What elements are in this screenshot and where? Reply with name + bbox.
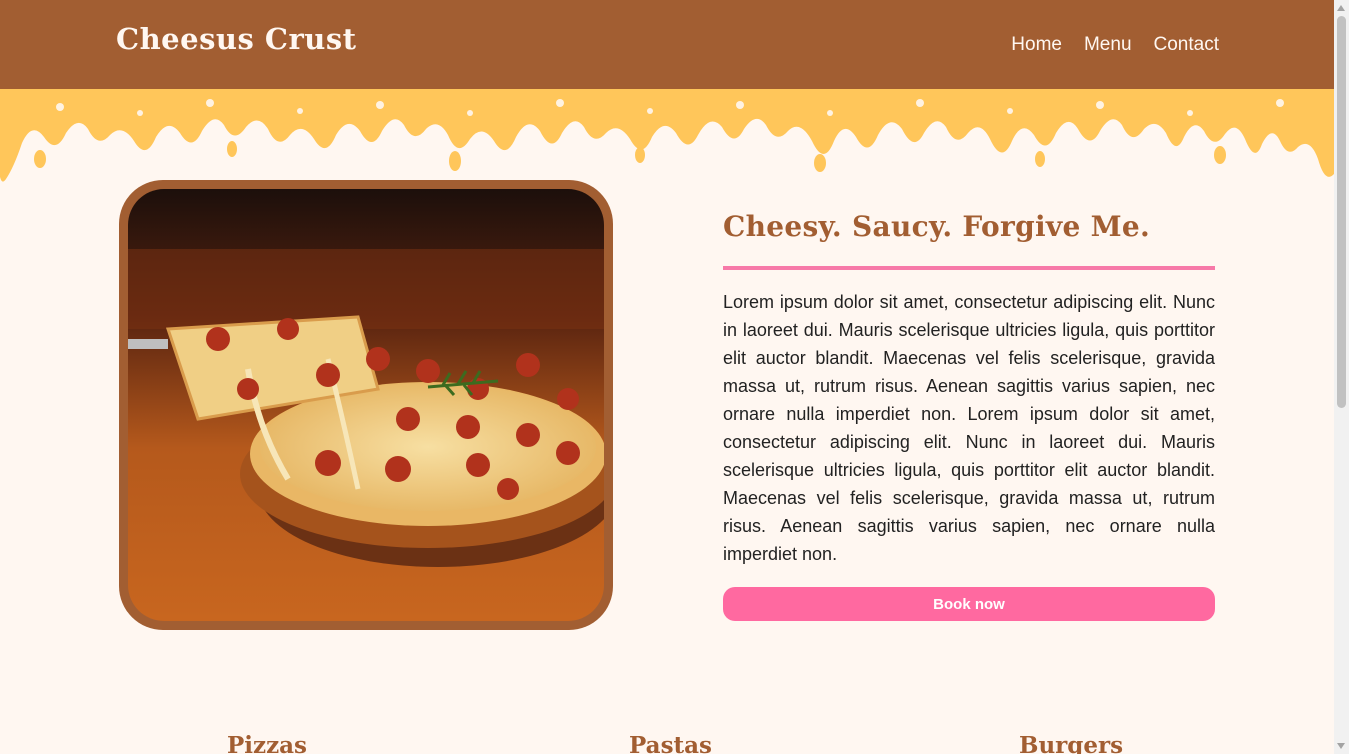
- scroll-down-arrow-icon[interactable]: [1337, 743, 1345, 749]
- hero-description: Lorem ipsum dolor sit amet, consectetur …: [723, 292, 1215, 564]
- category-pizzas[interactable]: Pizzas: [227, 732, 307, 754]
- nav-menu-link[interactable]: Menu: [1084, 34, 1132, 56]
- nav-home-link[interactable]: Home: [1011, 34, 1062, 56]
- site-header: Cheesus Crust Home Menu Contact: [0, 0, 1334, 90]
- category-pastas[interactable]: Pastas: [629, 732, 712, 754]
- cheese-drip-decoration: [0, 89, 1334, 182]
- category-burgers[interactable]: Burgers: [1019, 732, 1123, 754]
- scrollbar-thumb[interactable]: [1337, 16, 1346, 408]
- scroll-up-arrow-icon[interactable]: [1337, 5, 1345, 11]
- nav-contact-link[interactable]: Contact: [1154, 34, 1219, 56]
- hero-pizza-image: [119, 180, 613, 630]
- hero-title: Cheesy. Saucy. Forgive Me.: [723, 210, 1151, 243]
- main-nav: Home Menu Contact: [1011, 34, 1219, 56]
- site-logo[interactable]: Cheesus Crust: [116, 22, 357, 56]
- hero-divider: [723, 266, 1215, 270]
- page: Cheesus Crust Home Menu Contact Cheesy. …: [0, 0, 1334, 754]
- book-now-button[interactable]: Book now: [723, 587, 1215, 621]
- vertical-scrollbar[interactable]: [1334, 0, 1349, 754]
- pizza-photo-illustration: [128, 189, 604, 621]
